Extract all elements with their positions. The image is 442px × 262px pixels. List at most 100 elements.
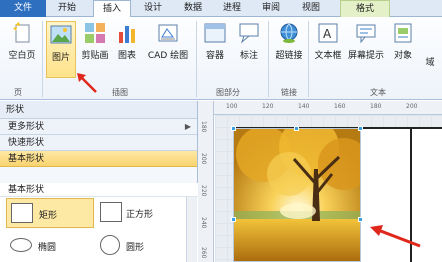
tab-insert[interactable]: 插入 — [93, 0, 131, 18]
resize-handle-top-left[interactable] — [231, 126, 236, 131]
horizontal-ruler: 100 120 140 160 180 200 — [214, 101, 442, 115]
callout-button[interactable]: 标注 — [234, 20, 264, 61]
clipart-label: 剪贴画 — [81, 51, 109, 61]
chart-button[interactable]: 图表 — [114, 20, 140, 61]
ruler-tick: 220 — [200, 185, 207, 197]
shape-circle[interactable]: 圆形 — [96, 233, 186, 259]
hyperlink-button[interactable]: 超链接 — [272, 20, 306, 61]
more-shapes-item[interactable]: 更多形状 ▶ — [0, 119, 197, 135]
more-shapes-label: 更多形状 — [8, 122, 45, 132]
resize-handle-top-right[interactable] — [358, 126, 363, 131]
field-button[interactable]: 域 — [420, 55, 440, 68]
shape-rectangle-label: 矩形 — [39, 211, 58, 221]
tab-data[interactable]: 数据 — [176, 0, 210, 17]
ellipse-icon — [10, 238, 32, 252]
ruler-tick: 200 — [200, 153, 207, 165]
tab-review[interactable]: 审阅 — [254, 0, 288, 17]
container-label: 容器 — [205, 51, 224, 61]
ruler-tick: 200 — [406, 103, 418, 110]
chart-icon — [116, 22, 138, 44]
screentip-label: 屏幕提示 — [347, 51, 384, 61]
annotation-arrow — [370, 225, 421, 248]
basic-shapes-item[interactable]: 基本形状 — [0, 151, 197, 167]
ruler-tick: 140 — [298, 103, 310, 110]
hyperlink-label: 超链接 — [275, 51, 303, 61]
group-separator — [196, 21, 197, 97]
tab-format[interactable]: 格式 — [340, 0, 390, 17]
callout-icon — [238, 22, 260, 44]
container-button[interactable]: 容器 — [200, 20, 230, 61]
clipart-icon — [84, 22, 106, 44]
blank-page-button[interactable]: 空白页 — [4, 20, 40, 61]
square-icon — [100, 202, 122, 222]
group-label-text: 文本 — [370, 88, 386, 97]
callout-label: 标注 — [239, 51, 258, 61]
cad-drawing-label: CAD 绘图 — [147, 51, 189, 61]
ruler-tick: 100 — [226, 103, 238, 110]
group-label-links: 链接 — [281, 88, 297, 97]
object-button[interactable]: 对象 — [390, 20, 416, 61]
picture-icon — [50, 24, 72, 46]
tab-process[interactable]: 进程 — [215, 0, 249, 17]
annotation-arrow — [77, 73, 97, 93]
rectangle-icon — [11, 203, 33, 223]
blank-page-icon — [11, 22, 33, 44]
cad-drawing-button[interactable]: CAD 绘图 — [144, 20, 192, 61]
ruler-tick: 260 — [200, 247, 207, 259]
vertical-ruler: 180 200 220 240 260 — [198, 101, 214, 262]
tab-view[interactable]: 视图 — [294, 0, 328, 17]
group-separator — [268, 21, 269, 97]
shape-ellipse-label: 椭圆 — [38, 243, 57, 253]
chart-label: 图表 — [117, 51, 136, 61]
resize-handle-right[interactable] — [358, 217, 363, 222]
shape-square-label: 正方形 — [126, 210, 154, 220]
svg-text:A: A — [323, 27, 332, 41]
quick-shapes-label: 快速形状 — [8, 138, 45, 148]
object-label: 对象 — [393, 51, 412, 61]
group-label-diagram-parts: 图部分 — [216, 88, 240, 97]
shape-rectangle[interactable]: 矩形 — [6, 198, 94, 228]
textbox-label: 文本框 — [314, 51, 342, 61]
circle-icon — [100, 235, 120, 255]
resize-handle-left[interactable] — [231, 217, 236, 222]
ruler-tick: 240 — [200, 217, 207, 229]
ribbon-tab-bar: 文件 开始 插入 设计 数据 进程 审阅 视图 格式 — [0, 0, 442, 18]
textbox-button[interactable]: A 文本框 — [312, 20, 344, 61]
quick-shapes-item[interactable]: 快速形状 — [0, 135, 197, 151]
ribbon: 空白页 页 图片 剪贴画 图表 CAD 绘图 插图 容器 标注 图部分 超链接 … — [0, 17, 442, 100]
ruler-tick: 180 — [370, 103, 382, 110]
resize-handle-top[interactable] — [294, 126, 299, 131]
ruler-tick: 160 — [334, 103, 346, 110]
group-separator — [42, 21, 43, 97]
hyperlink-icon — [278, 22, 300, 44]
screentip-icon — [355, 22, 377, 44]
tab-design[interactable]: 设计 — [136, 0, 170, 17]
object-icon — [392, 22, 414, 44]
shapes-panel: 形状 更多形状 ▶ 快速形状 基本形状 基本形状 矩形 正方形 椭圆 圆形 — [0, 101, 198, 262]
shape-circle-label: 圆形 — [126, 243, 145, 253]
field-label: 域 — [425, 58, 435, 68]
chevron-right-icon: ▶ — [184, 122, 191, 131]
ruler-tick: 120 — [262, 103, 274, 110]
blank-page-label: 空白页 — [8, 51, 36, 61]
container-icon — [204, 22, 226, 44]
shapes-scrollbar[interactable] — [186, 197, 197, 262]
group-label-illustrations: 插图 — [112, 88, 128, 97]
textbox-icon: A — [317, 22, 339, 44]
picture-label: 图片 — [51, 53, 70, 63]
picture-button[interactable]: 图片 — [46, 21, 76, 78]
autumn-tree-image — [234, 129, 360, 261]
basic-shapes-stencil: 基本形状 矩形 正方形 椭圆 圆形 — [0, 183, 198, 262]
tab-file[interactable]: 文件 — [0, 0, 46, 17]
cad-drawing-icon — [157, 22, 179, 44]
group-label-pages: 页 — [14, 88, 22, 97]
screentip-button[interactable]: 屏幕提示 — [346, 20, 386, 61]
basic-shapes-label: 基本形状 — [8, 154, 45, 164]
clipart-button[interactable]: 剪贴画 — [80, 20, 110, 61]
inserted-picture[interactable] — [233, 128, 361, 262]
tab-home[interactable]: 开始 — [50, 0, 84, 17]
ruler-tick: 180 — [200, 121, 207, 133]
group-separator — [308, 21, 309, 97]
shape-square[interactable]: 正方形 — [96, 198, 186, 228]
shape-ellipse[interactable]: 椭圆 — [6, 233, 94, 259]
